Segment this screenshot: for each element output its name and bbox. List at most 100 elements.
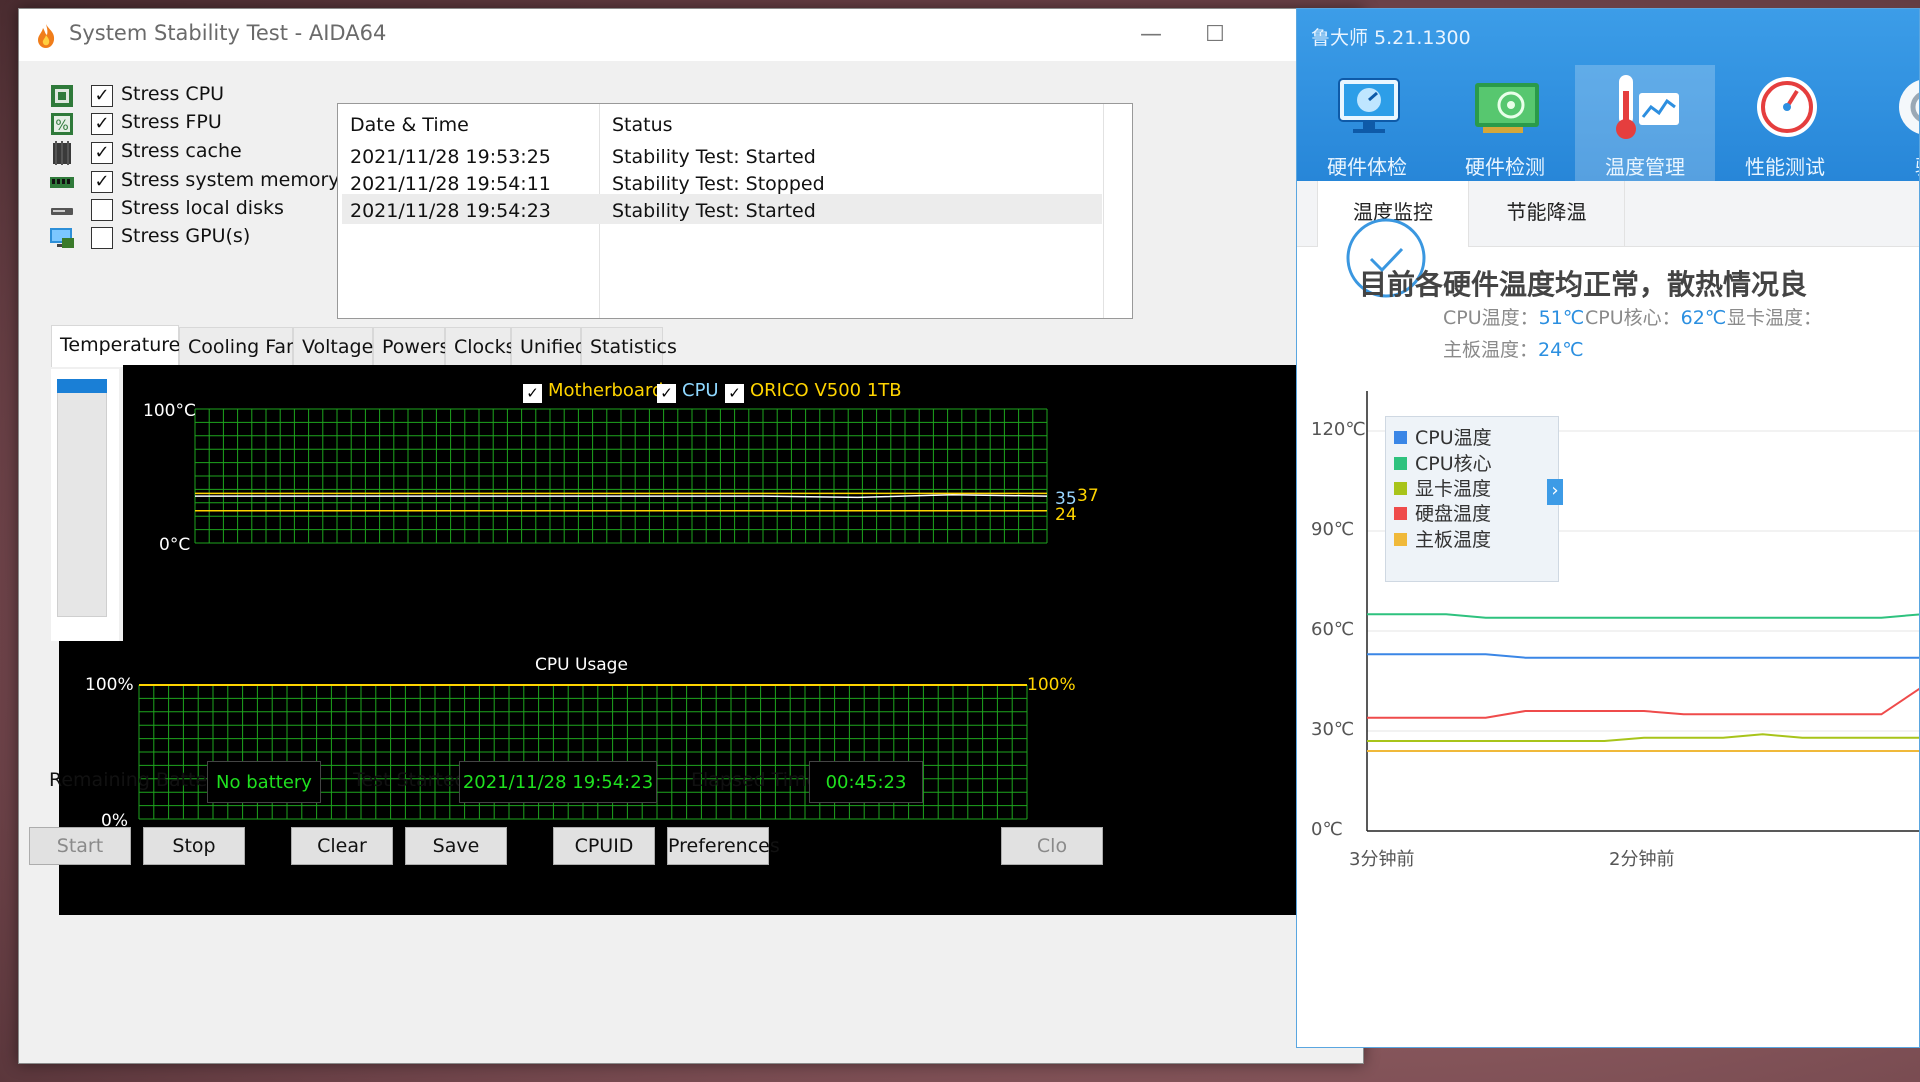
stress-gpu-checkbox[interactable] xyxy=(91,227,113,249)
stress-cpu-option[interactable]: ✓ Stress CPU xyxy=(49,81,349,111)
gpu-temp-metric: 显卡温度： xyxy=(1727,303,1822,330)
log-row-2-status: Stability Test: Stopped xyxy=(612,173,825,195)
legend-label-cpu-temp: CPU温度 xyxy=(1415,427,1492,449)
title-bar[interactable]: System Stability Test - AIDA64 — ☐ xyxy=(19,9,1363,61)
tab-unified[interactable]: Unified xyxy=(511,327,587,367)
preferences-button[interactable]: Preferences xyxy=(667,827,780,865)
stress-cache-checkbox[interactable]: ✓ xyxy=(91,142,113,164)
log-row-2-datetime: 2021/11/28 19:54:11 xyxy=(350,173,551,195)
lds-series-gpu-temp xyxy=(1367,733,1919,742)
maximize-button[interactable]: ☐ xyxy=(1195,19,1235,51)
save-button[interactable]: Save xyxy=(405,827,507,865)
nav-performance-test[interactable]: 性能测试 xyxy=(1715,65,1855,181)
memory-icon xyxy=(50,177,74,188)
gpu-temp-label: 显卡温度： xyxy=(1727,307,1823,329)
legend-motherboard-checkbox[interactable]: ✓ xyxy=(523,384,542,403)
tab-cooling-fans[interactable]: Cooling Fans xyxy=(179,327,308,367)
cpu-graph-title: CPU Usage xyxy=(535,655,628,675)
cpu-core-metric: CPU核心：62℃ xyxy=(1585,303,1726,330)
legend-swatch-cpu-core xyxy=(1394,457,1407,470)
event-log-table[interactable]: Date & Time Status 2021/11/28 19:53:25 S… xyxy=(337,103,1133,319)
nav-hardware-detect-label: 硬件检测 xyxy=(1465,155,1545,179)
clear-button[interactable]: Clear xyxy=(291,827,393,865)
y-axis-label-60: 60℃ xyxy=(1311,619,1355,640)
stress-disks-option[interactable]: Stress local disks xyxy=(49,195,349,225)
legend-cpu-checkbox[interactable]: ✓ xyxy=(657,384,676,403)
legend-item-gpu-temp[interactable]: 显卡温度 xyxy=(1394,474,1491,501)
disk-icon xyxy=(51,208,73,215)
stress-cpu-checkbox[interactable]: ✓ xyxy=(91,85,113,107)
test-started-value: 2021/11/28 19:54:23 xyxy=(459,761,657,803)
stress-disks-checkbox[interactable] xyxy=(91,199,113,221)
nav-hardware-checkup[interactable]: 硬件体检 xyxy=(1297,65,1437,181)
nav-temperature-management[interactable]: 温度管理 xyxy=(1575,65,1715,181)
monitor-check-icon xyxy=(1338,78,1400,133)
gpu-icon xyxy=(50,228,74,248)
minimize-button[interactable]: — xyxy=(1131,19,1171,51)
log-row-1-status: Stability Test: Started xyxy=(612,146,816,168)
temp-y-min-label: 0°C xyxy=(159,535,191,555)
tab-clocks[interactable]: Clocks xyxy=(445,327,516,367)
tab-energy-saving-cooling[interactable]: 节能降温 xyxy=(1469,181,1625,247)
lds-series-cpu-core xyxy=(1367,613,1919,619)
close-button[interactable]: Clo xyxy=(1001,827,1103,865)
legend-expand-arrow-icon[interactable]: › xyxy=(1547,479,1563,505)
driver-icon xyxy=(1899,80,1919,134)
flame-icon xyxy=(38,24,55,48)
cpu-y-max-label: 100% xyxy=(85,675,134,695)
svg-text:%: % xyxy=(55,118,68,134)
temperature-graph: ✓ Motherboard ✓ CPU ✓ ORICO V500 1TB 100°C … xyxy=(123,365,1353,643)
sensor-scroll-thumb[interactable] xyxy=(57,379,107,393)
legend-motherboard-label: Motherboard xyxy=(548,380,664,401)
sensor-scroll-track[interactable] xyxy=(57,379,107,617)
tab-statistics[interactable]: Statistics xyxy=(581,327,677,367)
y-axis-label-120: 120℃ xyxy=(1311,419,1366,440)
ludashi-window: 鲁大师 5.21.1300 硬件体检 硬件检测 温度管理 性能测试 温度监控 节… xyxy=(1296,8,1920,1048)
stress-cpu-label: Stress CPU xyxy=(121,83,225,105)
legend-swatch-cpu-temp xyxy=(1394,431,1407,444)
ludashi-title: 鲁大师 5.21.1300 xyxy=(1311,27,1471,49)
legend-item-disk-temp[interactable]: 硬盘温度 xyxy=(1394,499,1491,526)
tab-voltages[interactable]: Voltages xyxy=(293,327,383,367)
stop-button[interactable]: Stop xyxy=(143,827,245,865)
log-row-3-datetime: 2021/11/28 19:54:23 xyxy=(350,200,551,222)
legend-cpu-label: CPU xyxy=(682,380,719,401)
log-header-status[interactable]: Status xyxy=(612,114,673,136)
cpu-core-label: CPU核心： xyxy=(1585,307,1681,329)
x-axis-label-3min: 3分钟前 xyxy=(1349,849,1415,870)
stress-disks-label: Stress local disks xyxy=(121,197,284,219)
temp-y-max-label: 100°C xyxy=(143,401,196,421)
cpu-temp-value: 51℃ xyxy=(1538,307,1585,329)
legend-swatch-disk-temp xyxy=(1394,507,1407,520)
cpuid-button[interactable]: CPUID xyxy=(553,827,655,865)
tab-temperatures[interactable]: Temperatures xyxy=(51,325,190,367)
speedometer-icon xyxy=(1757,77,1817,137)
legend-label-mb-temp: 主板温度 xyxy=(1415,529,1492,551)
legend-orico[interactable]: ✓ ORICO V500 1TB xyxy=(725,380,902,403)
nav-driver[interactable]: 驱 xyxy=(1855,65,1919,181)
stress-cache-option[interactable]: ✓ Stress cache xyxy=(49,138,349,168)
stress-fpu-option[interactable]: % ✓ Stress FPU xyxy=(49,109,349,139)
elapsed-time-value: 00:45:23 xyxy=(809,761,923,803)
stress-gpu-option[interactable]: Stress GPU(s) xyxy=(49,223,349,253)
stress-memory-option[interactable]: ✓ Stress system memory xyxy=(49,167,349,197)
elapsed-time-label: Elapsed Time: xyxy=(691,769,825,791)
nav-hardware-detect[interactable]: 硬件检测 xyxy=(1435,65,1575,181)
y-axis-label-30: 30℃ xyxy=(1311,719,1355,740)
nav-driver-label: 驱 xyxy=(1855,151,1919,180)
y-axis-label-90: 90℃ xyxy=(1311,519,1355,540)
legend-item-cpu-core[interactable]: CPU核心 xyxy=(1394,449,1492,476)
tab-powers[interactable]: Powers xyxy=(373,327,449,367)
legend-item-cpu-temp[interactable]: CPU温度 xyxy=(1394,423,1492,450)
legend-cpu[interactable]: ✓ CPU xyxy=(657,380,719,403)
stress-fpu-checkbox[interactable]: ✓ xyxy=(91,113,113,135)
temperature-graph-canvas xyxy=(194,408,1048,544)
sensor-list-panel[interactable] xyxy=(51,369,119,641)
start-button[interactable]: Start xyxy=(29,827,131,865)
thermometer-icon xyxy=(1616,75,1679,139)
legend-orico-checkbox[interactable]: ✓ xyxy=(725,384,744,403)
legend-item-mb-temp[interactable]: 主板温度 xyxy=(1394,525,1491,552)
log-header-datetime[interactable]: Date & Time xyxy=(350,114,469,136)
legend-motherboard[interactable]: ✓ Motherboard xyxy=(523,380,663,403)
stress-memory-checkbox[interactable]: ✓ xyxy=(91,171,113,193)
